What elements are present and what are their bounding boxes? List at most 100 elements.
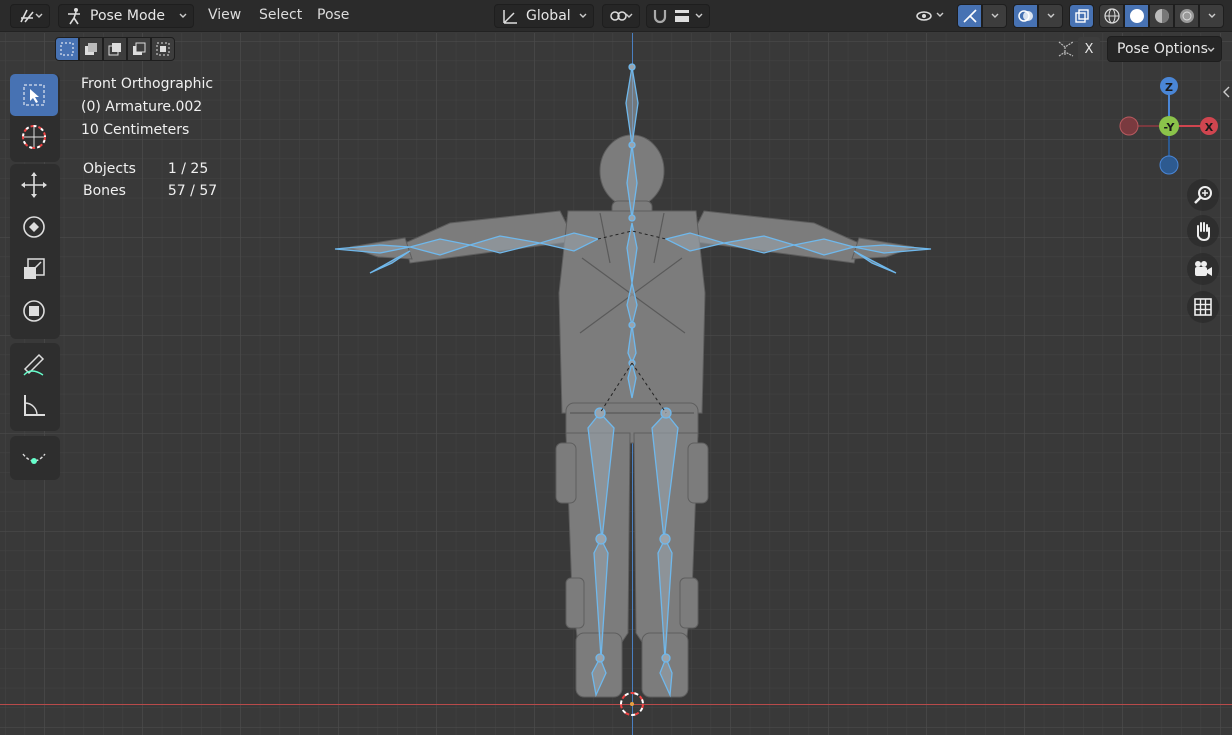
rendered-shading-button[interactable] — [1174, 4, 1199, 28]
orientation-label: Global — [526, 8, 571, 24]
visibility-button[interactable] — [912, 4, 950, 28]
zoom-icon — [1194, 186, 1212, 204]
toolbar-select-group — [10, 74, 60, 162]
active-object-name: (0) Armature.002 — [81, 99, 203, 115]
tool-transform[interactable] — [10, 290, 58, 332]
select-box-icon — [23, 84, 45, 106]
gizmo-z-label: Z — [1165, 81, 1173, 94]
ortho-toggle-button[interactable] — [1187, 291, 1219, 323]
eye-icon — [916, 11, 932, 21]
select-difference-button[interactable] — [127, 37, 151, 61]
chevron-down-icon — [179, 13, 187, 18]
snap-increment-icon — [675, 10, 689, 22]
xray-toggle-group — [1069, 4, 1094, 28]
x-mirror-toggle[interactable]: X — [1078, 37, 1100, 61]
grid-icon — [1194, 298, 1212, 316]
wireframe-sphere-icon — [1103, 8, 1120, 24]
gizmo-neg-x[interactable] — [1119, 116, 1139, 136]
overlay-icon — [1017, 10, 1033, 22]
overlays-dropdown[interactable] — [1038, 4, 1063, 28]
gizmo-neg-z[interactable] — [1159, 155, 1179, 175]
select-extend-button[interactable] — [79, 37, 103, 61]
zoom-button[interactable] — [1187, 179, 1219, 211]
transform-orientation-select[interactable]: Global — [494, 4, 594, 28]
pose-mode-icon — [68, 8, 80, 25]
gizmo-x-label: X — [1205, 121, 1214, 134]
relax-pose-icon — [22, 453, 46, 464]
tool-measure[interactable] — [10, 385, 58, 427]
character-model[interactable] — [0, 33, 1232, 735]
chevron-down-icon — [1207, 47, 1215, 52]
select-new-icon — [60, 42, 74, 56]
measure-icon — [24, 395, 45, 416]
tool-rotate[interactable] — [10, 206, 58, 248]
scale-icon — [24, 258, 45, 279]
mode-select[interactable]: Pose Mode — [58, 4, 194, 28]
selection-mode-group — [55, 37, 175, 61]
tool-scale[interactable] — [10, 248, 58, 290]
hand-icon — [1197, 222, 1210, 242]
tool-select-box[interactable] — [10, 74, 58, 116]
solid-shading-button[interactable] — [1124, 4, 1149, 28]
rotate-icon — [23, 216, 45, 238]
chevron-down-icon — [625, 13, 633, 18]
gizmo-toggle[interactable] — [957, 4, 982, 28]
snapping-toggle[interactable] — [646, 4, 710, 28]
chevron-down-icon — [35, 13, 43, 18]
tool-annotate[interactable] — [10, 343, 58, 385]
stat-label: Bones — [83, 183, 126, 199]
select-intersect-icon — [156, 42, 170, 56]
material-shading-button[interactable] — [1149, 4, 1174, 28]
3d-viewport[interactable]: Front Orthographic (0) Armature.002 10 C… — [0, 33, 1232, 735]
overlays-toggle[interactable] — [1013, 4, 1038, 28]
toolbar-annotate-group — [10, 343, 60, 431]
chevron-down-icon — [579, 13, 587, 18]
chevron-down-icon — [991, 13, 998, 18]
shading-mode-group — [1099, 4, 1224, 28]
menu-select[interactable]: Select — [259, 7, 302, 23]
pivot-point-select[interactable] — [602, 4, 640, 28]
select-extend-icon — [85, 43, 97, 55]
chevron-down-icon — [936, 12, 944, 17]
view-name: Front Orthographic — [81, 76, 214, 92]
shading-options-dropdown[interactable] — [1199, 4, 1224, 28]
chevron-down-icon — [695, 13, 703, 18]
select-new-button[interactable] — [55, 37, 79, 61]
xray-icon — [1074, 9, 1089, 23]
editor-type-button[interactable] — [10, 4, 50, 28]
xray-toggle[interactable] — [1069, 4, 1094, 28]
camera-view-button[interactable] — [1187, 253, 1219, 285]
tool-move[interactable] — [10, 164, 58, 206]
sidebar-toggle-arrow-icon[interactable] — [1222, 85, 1232, 99]
menu-pose[interactable]: Pose — [317, 7, 349, 23]
select-subtract-button[interactable] — [103, 37, 127, 61]
stat-value: 1 / 25 — [167, 161, 209, 177]
toolbar-transform-group — [10, 164, 60, 339]
pose-options-dropdown[interactable]: Pose Options — [1107, 36, 1222, 62]
select-subtract-icon — [108, 43, 121, 56]
pose-options-label: Pose Options — [1117, 41, 1208, 57]
navigation-gizmo[interactable]: Z X -Y — [1114, 73, 1224, 183]
grid-scale-label: 10 Centimeters — [81, 122, 190, 138]
select-intersect-button[interactable] — [151, 37, 175, 61]
transform-icon — [23, 300, 45, 322]
tool-relax-pose[interactable] — [10, 436, 58, 478]
gizmo-toggle-group — [957, 4, 1007, 28]
gizmo-y-label: -Y — [1164, 121, 1176, 134]
material-sphere-icon — [1154, 9, 1169, 23]
gizmo-dropdown[interactable] — [982, 4, 1007, 28]
pose-options-icon — [1058, 41, 1074, 57]
menu-view[interactable]: View — [208, 7, 241, 23]
tool-cursor[interactable] — [10, 116, 58, 158]
scene-statistics: Objects 1 / 25 Bones 57 / 57 — [81, 159, 249, 205]
camera-icon — [1195, 261, 1212, 276]
move-icon — [21, 172, 47, 198]
pan-button[interactable] — [1187, 215, 1219, 247]
stat-label: Objects — [83, 161, 136, 177]
wireframe-shading-button[interactable] — [1099, 4, 1124, 28]
overlay-toggle-group — [1013, 4, 1063, 28]
viewport-header: Pose Mode View Select Pose Global — [0, 0, 1232, 32]
select-difference-icon — [133, 42, 146, 55]
chevron-down-icon — [1208, 13, 1215, 18]
stat-value: 57 / 57 — [167, 183, 218, 199]
